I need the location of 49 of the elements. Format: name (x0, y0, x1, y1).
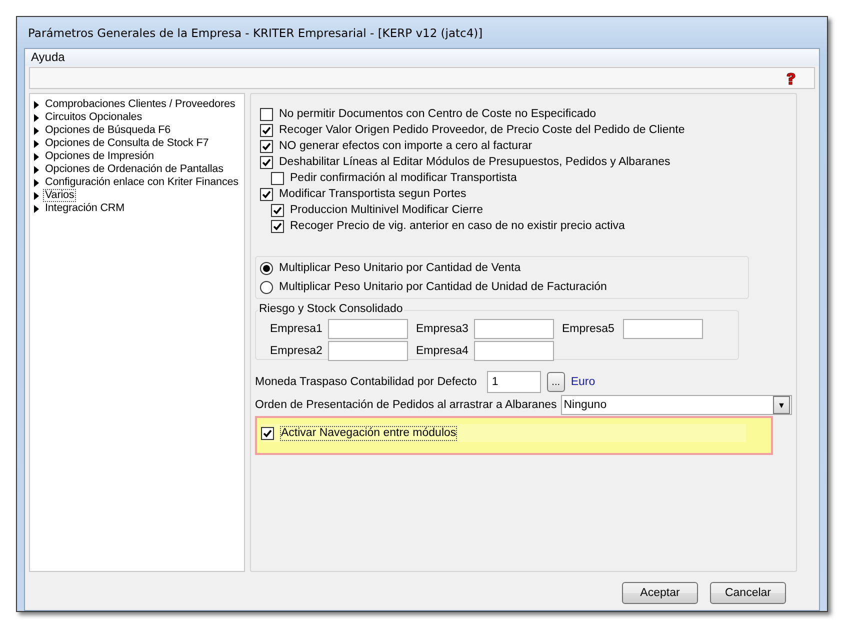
dialog-button[interactable]: Aceptar (622, 582, 698, 604)
checkbox-label: Recoger Valor Origen Pedido Proveedor, de Precio Coste del Pedido de Cliente (279, 124, 685, 136)
checkbox[interactable] (260, 188, 273, 200)
checkbox[interactable] (271, 172, 284, 184)
tree-item[interactable]: Opciones de Búsqueda F6 (43, 124, 173, 137)
checkbox-label: Pedir confirmación al modificar Transportista (290, 172, 517, 184)
tree-item[interactable]: Varios (43, 189, 76, 202)
radio-button[interactable] (260, 280, 273, 294)
tree-item[interactable]: Opciones de Consulta de Stock F7 (43, 137, 211, 150)
checkbox[interactable] (260, 140, 273, 152)
checkbox[interactable] (260, 108, 273, 120)
radio-label: Multiplicar Peso Unitario por Cantidad de Unidad de Facturación (279, 281, 607, 293)
input-field[interactable] (623, 319, 703, 339)
checkbox-label: Produccion Multinivel Modificar Cierre (290, 204, 484, 216)
tree-item[interactable]: Configuración enlace con Kriter Finances (43, 176, 240, 189)
checkbox[interactable] (271, 204, 284, 216)
tree-item[interactable]: Opciones de Impresión (43, 150, 156, 163)
dropdown[interactable]: Ninguno ▼ (560, 395, 792, 415)
checkbox-label: Activar Navegación entre módulos (280, 426, 458, 440)
radio-button[interactable] (260, 262, 273, 274)
input-field[interactable] (328, 319, 408, 339)
tree-item[interactable]: Circuitos Opcionales (43, 111, 144, 124)
checkbox-label: Deshabilitar Líneas al Editar Módulos de Presupuestos, Pedidos y Albaranes (279, 156, 670, 168)
group-title: Riesgo y Stock Consolidado (258, 303, 404, 315)
tree-item[interactable]: Comprobaciones Clientes / Proveedores (43, 98, 238, 111)
checkbox-label: Recoger Precio de vig. anterior en caso de no existir precio activa (290, 220, 625, 232)
radio-label: Multiplicar Peso Unitario por Cantidad de Venta (279, 262, 521, 274)
field-label: Moneda Traspaso Contabilidad por Defecto (255, 376, 477, 388)
field-label: Empresa5 (562, 323, 614, 335)
currency-name: Euro (570, 376, 596, 388)
input-field[interactable] (328, 341, 408, 361)
input-field[interactable] (474, 319, 554, 339)
checkbox-label: No permitir Documentos con Centro de Coste no Especificado (279, 108, 596, 120)
field-label: Orden de Presentación de Pedidos al arrastrar a Albaranes (255, 399, 557, 411)
input-field[interactable]: 1 (486, 371, 541, 393)
help-icon[interactable] (784, 72, 798, 84)
checkbox[interactable] (260, 156, 273, 168)
checkbox[interactable] (261, 426, 274, 440)
checkbox-label: Modificar Transportista segun Portes (279, 188, 466, 200)
window-title: Parámetros Generales de la Empresa - KRITER Empresarial - [KERP v12 (jatc4)] (27, 25, 484, 42)
checkbox[interactable] (271, 220, 284, 232)
dialog-button[interactable]: Cancelar (710, 582, 786, 604)
checkbox-label: NO generar efectos con importe a cero al facturar (279, 140, 532, 152)
input-field[interactable] (474, 341, 554, 361)
tree-item[interactable]: Integración CRM (43, 202, 127, 215)
menu-item[interactable]: Ayuda (25, 49, 71, 66)
tree-item[interactable]: Opciones de Ordenación de Pantallas (43, 163, 226, 176)
checkbox[interactable] (260, 124, 273, 136)
browse-button[interactable]: ... (546, 372, 565, 392)
